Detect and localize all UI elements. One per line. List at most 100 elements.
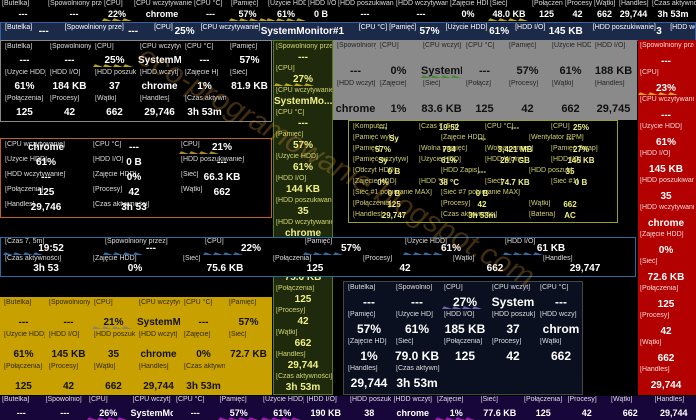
metric-użycie-hd: [Użycie HD] 61% [394,311,440,336]
metric-value: --- [199,55,210,66]
metric-hdd-i-o: [HDD I/O] 145 KB [638,150,694,176]
metric-połączenia: [Połączenia] 125 [2,363,45,393]
metric-cpu: [CPU] 0% [378,42,419,78]
metric-value: 3h 53 [33,263,59,274]
metric-czas-aktywn: [Czas aktywn] 3h 53m [394,365,440,390]
metric-value: 3h 53m [396,376,438,390]
metric-handles: [Handles] 29,744 [137,363,180,393]
metric-value: --- [198,317,209,328]
metric-value: 0% [126,172,142,183]
metric-label: [Czas aktywn] [184,363,225,370]
metric-label: [HDD poszukiwanie] [276,197,332,204]
metric-value: 42 [581,408,592,418]
metric-value: 61% [292,162,313,173]
metric-value: 57% [238,317,259,328]
metric-procesy: [Procesy] 42 [507,80,548,116]
metric-label: [CPU wczyt] [423,42,462,49]
metric-label: [HDD I/O] [50,69,81,76]
monitor-panel-white[interactable]: [Butelka]---[Spowolniony p]---[CPU]25%[C… [0,40,272,122]
metric-value: 0% [461,9,475,19]
metric-wątki: [Wątki] 662 [179,186,265,199]
metric-value: chrome [145,9,179,19]
metric-label: [Wątki] [640,339,662,346]
metric-cpu-wczyt: [CPU wczyt] System [490,284,536,309]
metric-value: 0 B [475,189,489,198]
metric-value: 61% [655,137,676,148]
metric-value: 125 [306,263,324,274]
metric-value: 61% [440,156,457,165]
metric-hdd-i-o: [HDD I/O] 188 KB [593,42,634,78]
metric-value: 145 KB [567,156,595,165]
metric-pamięć: [Pamięć] 57% [229,0,266,21]
metric-value: 61% [35,157,56,168]
metric-label: [CPU °C] [194,0,223,7]
monitor-panel-gray[interactable]: [Spowolniony] --- [CPU] 0% [CPU wczyt]System… [333,40,637,120]
monitor-panel-blue[interactable]: [Czas 7, 5m] 19:52 [Spowolniony przez] ---[… [0,237,636,277]
metric-label: [Handles] [654,396,685,403]
metric-value: 125 [16,107,33,118]
metric-label: [Spowolniony prze] [276,43,332,50]
metric-value: 145 KB [51,349,86,360]
metric-zajęcie: [Zajęcie] 0% [182,331,225,361]
metric-label: [Spowolniony] [337,42,376,49]
metric-spowolniony: [Spowolniony] --- [335,42,376,78]
monitor-panel-orange[interactable]: [CPU wczytywanie] chrome [CPU °C] --- [CPU] 2… [0,138,272,218]
metric-value: 125 [475,103,494,115]
metric-value: 0 B [313,9,328,19]
metric-label: [Użycie HDD] [276,153,319,160]
metric-value: 42 [63,107,76,118]
metric-label: [CPU wczytywanie] [276,87,332,94]
metric-value: 662 [596,9,613,19]
metric-połączenia: [Połączenia] 125 [530,0,563,21]
metric-spowolniony-prze: [Spowolniony prze] --- [46,0,102,21]
metric-sieć: [Sieć] 74.7 KB [483,178,547,189]
metric-cpu: [CPU] 25% [93,43,136,67]
metric-pamięć: [Pamięć] 57% [346,311,392,336]
metric-label: [Handles] [640,366,670,373]
monitor-panel-olive[interactable]: [Komputer] --- [Czas 7, 5m] 19:52 [CPU °C] --… [348,120,618,223]
metric-handles: [Handles] 29,744 [653,396,696,420]
metric-value: --- [19,55,30,66]
metric-value: 35 [107,349,120,360]
metric-cpu-c: [CPU °C] --- [174,396,217,420]
metric-sieć: [Sieć] 81.9 KB [228,69,271,93]
metric-value: 29,747 [381,211,407,220]
metric-butelka: [Butelka] --- [3,43,46,67]
metric-pamięć: [Pamięć] 57% [274,131,332,152]
metric-value: 38 °C [438,178,460,187]
metric-handles: [Handles] 29,745 [593,80,634,116]
metric-label: [Połączenia] [273,255,312,262]
metric-value: --- [16,408,26,418]
strip-value: --- [128,26,139,37]
metric-handles: [Handles] 29,744 [346,365,392,390]
metric-label: [Sieć] [229,331,247,338]
metric-wątki: [Wątki] 662 [538,338,582,363]
top-monitor-bar: [Butelka] --- [Spowolniony prze] --- [CPU] 22… [0,0,696,21]
metric-value: SystemMo... [130,408,174,418]
metric-cpu-wczytyw: [CPU wczytyw] SystemM [138,43,181,67]
sparkline-graph [442,306,482,309]
metric-label: [Zajęcie HD] [348,338,387,345]
metric-value: 3,421 MB [497,145,533,154]
monitor-panel-green[interactable]: [Spowolniony prze] --- [CPU] 27% [CPU wczyty… [273,40,333,395]
metric-procesy: [Procesy] 42 [274,307,332,328]
metric-value: 0 B [387,167,401,176]
monitor-panel-gold[interactable]: [Butelka]---[Spowolniony p]---[CPU]21%[C… [0,297,272,395]
metric-hdd-i-o: [HDD I/O] 61 KB [503,238,599,255]
metric-value: 125 [387,200,401,209]
metric-label: [Wątki] [453,255,475,262]
metric-label: [Połączenia] [640,285,679,292]
metric-pamięć: [Pamięć] 57% [303,238,399,255]
metric-czas-aktywności: [Czas aktywności]3h 53m [439,211,525,222]
metric-czas-aktywności: [Czas aktywności] 3h 53 [3,255,89,275]
monitor-panel-dark[interactable]: [Butelka] --- [Spowolnio] --- [CPU] 27% [CPU w… [343,281,583,395]
sparkline-graph [179,151,219,154]
metric-value: 190 KB [310,408,341,418]
metric-zajęcie-h: [Zajęcie H] 1% [183,69,226,93]
metric-value: 0% [196,349,211,360]
metric-połączenia: [Połączenia] 125 [638,285,694,311]
metric-value: 3h 53m [186,381,221,392]
metric-label: [CPU wczytywanie] [134,0,192,7]
metric-label: [Sieć] [480,396,499,403]
monitor-panel-red[interactable]: [Spowolniony prze] --- [CPU] 23% [CPU wczyty… [638,40,696,395]
